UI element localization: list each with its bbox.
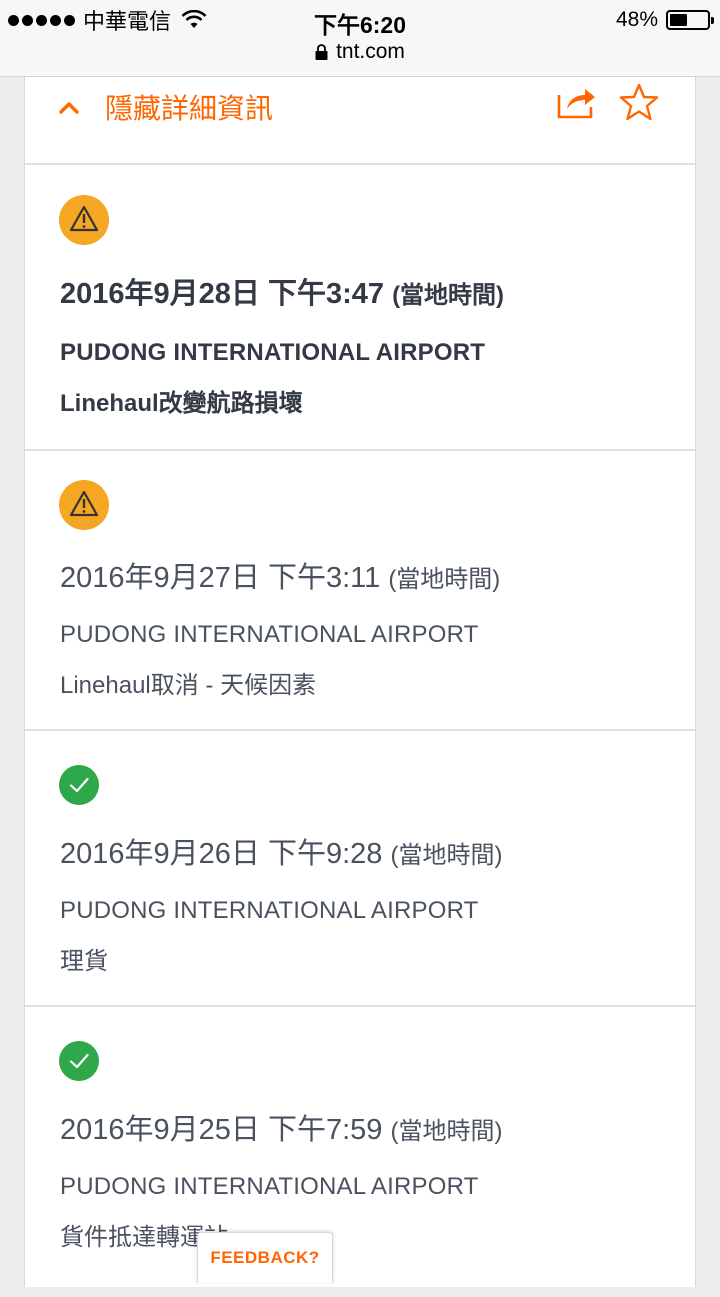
- event-datetime: 2016年9月28日 下午3:47 (當地時間): [60, 278, 505, 310]
- tracking-event: 2016年9月26日 下午9:28 (當地時間) PUDONG INTERNAT…: [25, 731, 695, 1007]
- battery-fill: [670, 14, 688, 26]
- event-location: PUDONG INTERNATIONAL AIRPORT: [60, 1173, 479, 1200]
- share-icon[interactable]: [557, 85, 597, 119]
- event-status: 理貨: [60, 948, 108, 975]
- event-datetime: 2016年9月26日 下午9:28 (當地時間): [60, 838, 503, 870]
- event-status: Linehaul改變航路損壞: [60, 390, 303, 417]
- warning-icon: [59, 195, 109, 245]
- details-header: 隱藏詳細資訊: [25, 77, 695, 165]
- event-location: PUDONG INTERNATIONAL AIRPORT: [60, 621, 479, 648]
- tracking-event: 2016年9月28日 下午3:47 (當地時間) PUDONG INTERNAT…: [25, 165, 695, 451]
- tracking-panel: 隱藏詳細資訊 2016年9月28日 下午3:47 (當地時間) PUDONG I…: [24, 77, 696, 1287]
- feedback-button[interactable]: FEEDBACK?: [197, 1232, 333, 1283]
- address-bar[interactable]: tnt.com: [0, 38, 720, 66]
- url-text: tnt.com: [336, 40, 405, 63]
- warning-icon: [59, 480, 109, 530]
- status-right: 48%: [615, 6, 714, 34]
- event-location: PUDONG INTERNATIONAL AIRPORT: [60, 897, 479, 924]
- chevron-up-icon: [59, 102, 79, 114]
- event-location: PUDONG INTERNATIONAL AIRPORT: [60, 339, 486, 366]
- hide-details-label: 隱藏詳細資訊: [105, 93, 274, 124]
- check-icon: [59, 1041, 99, 1081]
- lock-icon: [315, 44, 328, 60]
- tracking-event: 2016年9月25日 下午7:59 (當地時間) PUDONG INTERNAT…: [25, 1007, 695, 1297]
- star-icon[interactable]: [619, 83, 659, 121]
- hide-details-toggle[interactable]: 隱藏詳細資訊: [59, 87, 273, 127]
- status-bar: 中華電信 下午6:20 48% tnt.com: [0, 0, 720, 77]
- battery-percent: 48%: [615, 8, 658, 31]
- battery-icon: [666, 10, 714, 30]
- event-status: Linehaul取消 - 天候因素: [60, 672, 317, 699]
- clock: 下午6:20: [313, 12, 407, 38]
- event-datetime: 2016年9月25日 下午7:59 (當地時間): [60, 1114, 503, 1146]
- check-icon: [59, 765, 99, 805]
- event-datetime: 2016年9月27日 下午3:11 (當地時間): [60, 562, 501, 594]
- tracking-event: 2016年9月27日 下午3:11 (當地時間) PUDONG INTERNAT…: [25, 451, 695, 731]
